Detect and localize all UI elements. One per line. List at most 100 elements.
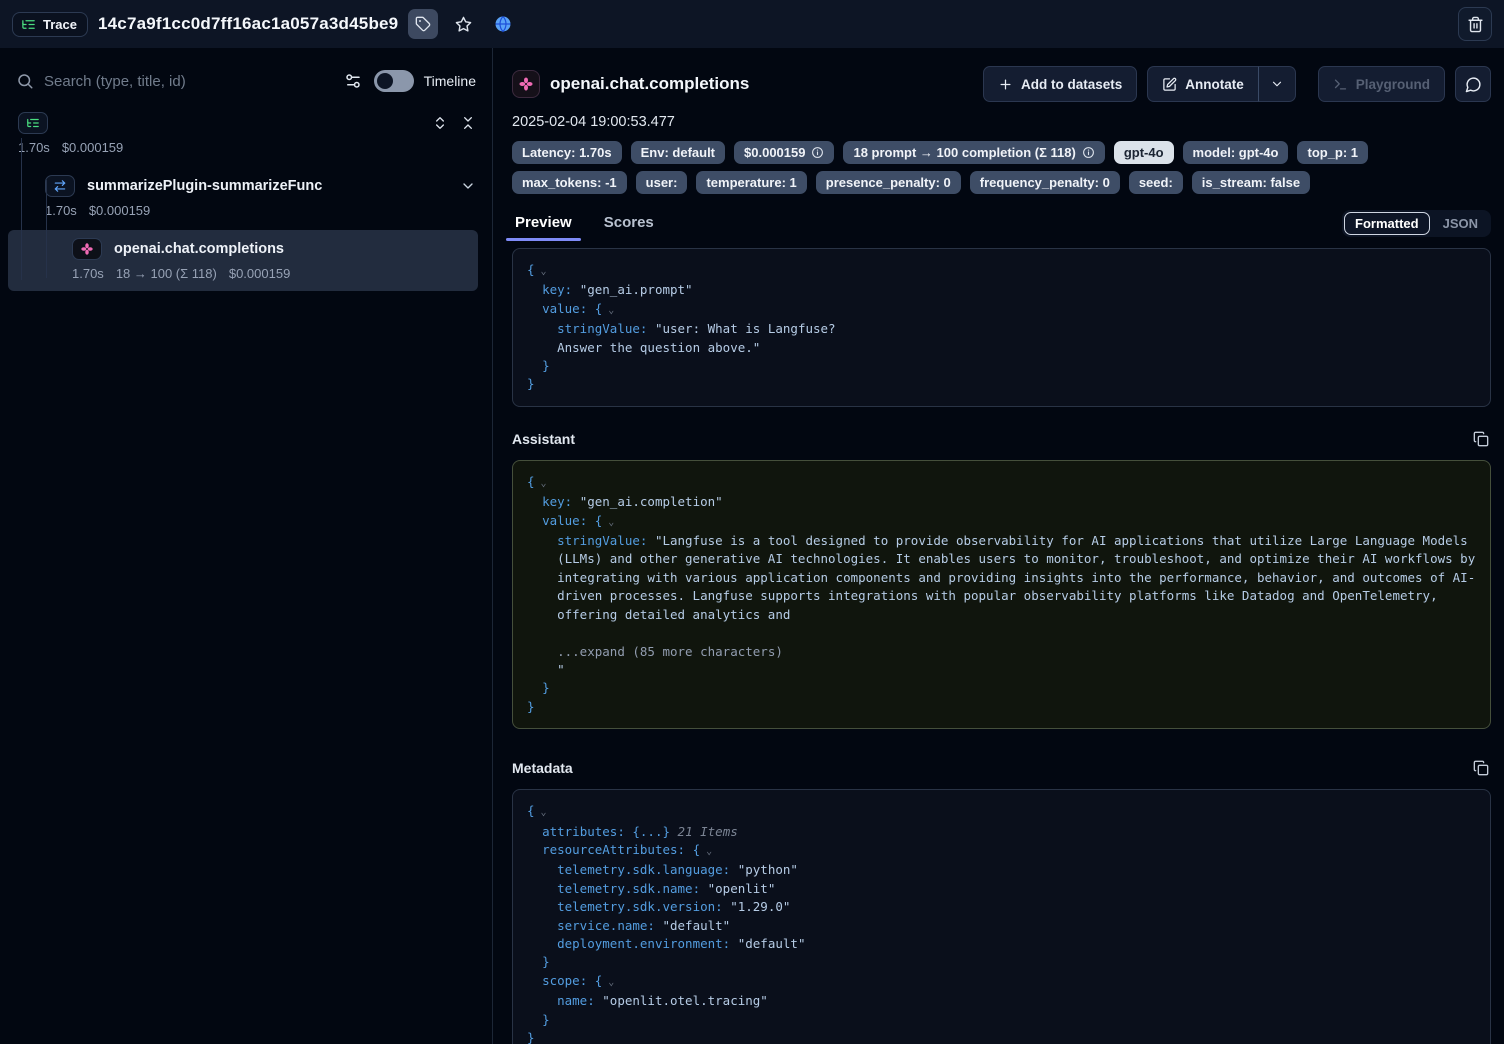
- bookmark-star-button[interactable]: [448, 9, 478, 39]
- root-duration: 1.70s: [18, 140, 50, 155]
- parameter-badges: Latency: 1.70s Env: default $0.000159 18 pr…: [512, 141, 1491, 194]
- code-line: }: [527, 357, 1476, 375]
- param-badge: $0.000159: [734, 141, 834, 164]
- metadata-section-header: Metadata: [512, 758, 1491, 778]
- search-input[interactable]: [44, 73, 332, 90]
- trace-tree-icon: [21, 17, 36, 32]
- generation-title-icon: [512, 70, 540, 98]
- annotate-button[interactable]: Annotate: [1147, 66, 1259, 102]
- plus-icon: [998, 77, 1013, 92]
- generation-duration: 1.70s: [72, 266, 104, 281]
- sliders-icon: [344, 72, 362, 90]
- span-type-icon: [45, 175, 75, 197]
- generation-type-icon: [72, 238, 102, 260]
- code-line: }: [527, 698, 1476, 716]
- param-badge: user:: [636, 171, 688, 194]
- format-option-json[interactable]: JSON: [1432, 212, 1489, 235]
- param-badge: top_p: 1: [1297, 141, 1368, 164]
- param-badge: Latency: 1.70s: [512, 141, 622, 164]
- generation-cost: $0.000159: [229, 266, 290, 281]
- edit-pencil-icon: [1162, 77, 1177, 92]
- chevron-down-icon[interactable]: [460, 178, 476, 194]
- code-line: scope: { ⌄: [527, 972, 1476, 992]
- code-line: resourceAttributes: { ⌄: [527, 841, 1476, 861]
- collapse-all-icon[interactable]: [460, 115, 476, 131]
- generation-metrics: 1.70s 18 → 100 (Σ 118) $0.000159: [72, 266, 478, 281]
- trace-root-node-badge[interactable]: [18, 112, 48, 134]
- code-line: telemetry.sdk.version: "1.29.0": [527, 898, 1476, 916]
- param-badge: Env: default: [631, 141, 725, 164]
- code-line: key: "gen_ai.completion": [527, 493, 1476, 511]
- add-to-datasets-button[interactable]: Add to datasets: [983, 66, 1137, 102]
- code-line: }: [527, 1011, 1476, 1029]
- code-line: { ⌄: [527, 473, 1476, 493]
- code-line: ...expand (85 more characters): [527, 643, 1476, 661]
- copy-icon: [1473, 431, 1489, 447]
- code-line: stringValue: "user: What is Langfuse?: [527, 320, 1476, 338]
- info-icon[interactable]: [811, 146, 824, 159]
- trace-tree: 1.70s $0.000159 summarizePlugin-summariz…: [0, 98, 492, 291]
- assistant-code-block: { ⌄ key: "gen_ai.completion" value: { ⌄s…: [512, 460, 1491, 729]
- observation-header: openai.chat.completions Add to datasets …: [512, 66, 1491, 102]
- trash-icon: [1467, 16, 1484, 33]
- playground-button[interactable]: Playground: [1318, 66, 1445, 102]
- trace-type-badge: Trace: [12, 12, 88, 37]
- code-line: { ⌄: [527, 802, 1476, 822]
- span-name: summarizePlugin-summarizeFunc: [87, 178, 322, 194]
- param-badge: model: gpt-4o: [1183, 141, 1289, 164]
- expand-all-icon[interactable]: [432, 115, 448, 131]
- comments-button[interactable]: [1455, 66, 1491, 102]
- code-line: value: { ⌄: [527, 512, 1476, 532]
- copy-assistant-button[interactable]: [1471, 429, 1491, 449]
- tree-generation-row-selected[interactable]: openai.chat.completions 1.70s 18 → 100 (…: [8, 230, 478, 291]
- code-line: attributes: {...} 21 Items: [527, 823, 1476, 841]
- param-badge: seed:: [1129, 171, 1183, 194]
- search-icon: [16, 72, 34, 90]
- param-badge: 18 prompt → 100 completion (Σ 118): [843, 141, 1104, 164]
- metadata-code-block: { ⌄ attributes: {...} 21 Items resourceA…: [512, 789, 1491, 1044]
- tab-preview[interactable]: Preview: [512, 214, 575, 241]
- code-line: ": [527, 661, 1476, 679]
- param-badge: is_stream: false: [1192, 171, 1310, 194]
- param-badge: presence_penalty: 0: [816, 171, 961, 194]
- tree-root-row[interactable]: [18, 112, 476, 134]
- code-line: key: "gen_ai.prompt": [527, 281, 1476, 299]
- filter-settings-button[interactable]: [342, 70, 364, 92]
- code-line: telemetry.sdk.language: "python": [527, 861, 1476, 879]
- tree-span-row[interactable]: summarizePlugin-summarizeFunc: [45, 175, 476, 197]
- top-bar: Trace 14c7a9f1cc0d7ff16ac1a057a3d45be9: [0, 0, 1504, 48]
- code-line: name: "openlit.otel.tracing": [527, 992, 1476, 1010]
- assistant-label: Assistant: [512, 431, 575, 447]
- code-line: }: [527, 679, 1476, 697]
- code-line: service.name: "default": [527, 917, 1476, 935]
- code-line: telemetry.sdk.name: "openlit": [527, 880, 1476, 898]
- star-icon: [455, 16, 472, 33]
- observation-timestamp: 2025-02-04 19:00:53.477: [512, 114, 1491, 130]
- observation-detail-panel: openai.chat.completions Add to datasets …: [493, 48, 1504, 1044]
- delete-trace-button[interactable]: [1458, 7, 1492, 41]
- toggle-knob: [377, 73, 393, 89]
- span-metrics: 1.70s $0.000159: [45, 203, 476, 218]
- expand-link[interactable]: ...expand (85 more characters): [527, 644, 783, 659]
- annotate-dropdown-button[interactable]: [1259, 66, 1296, 102]
- format-option-formatted[interactable]: Formatted: [1344, 212, 1430, 235]
- trace-tree-sidebar: Timeline 1.70s $0.00: [0, 48, 493, 1044]
- code-line: stringValue: "Langfuse is a tool designe…: [527, 532, 1476, 624]
- info-icon[interactable]: [1082, 146, 1095, 159]
- code-line: Answer the question above.": [527, 339, 1476, 357]
- page-title: openai.chat.completions: [550, 74, 749, 94]
- tree-guide-line: [46, 180, 47, 278]
- tag-button[interactable]: [408, 9, 438, 39]
- copy-metadata-button[interactable]: [1471, 758, 1491, 778]
- globe-icon: [494, 15, 512, 33]
- timeline-label: Timeline: [424, 73, 476, 89]
- public-share-button[interactable]: [488, 9, 518, 39]
- timeline-toggle[interactable]: [374, 70, 414, 92]
- span-cost: $0.000159: [89, 203, 150, 218]
- param-badge: max_tokens: -1: [512, 171, 627, 194]
- code-line: }: [527, 375, 1476, 393]
- trace-id: 14c7a9f1cc0d7ff16ac1a057a3d45be9: [98, 14, 398, 34]
- search-row: Timeline: [0, 48, 492, 98]
- header-actions: Add to datasets Annotate: [983, 66, 1491, 102]
- tab-scores[interactable]: Scores: [601, 214, 657, 241]
